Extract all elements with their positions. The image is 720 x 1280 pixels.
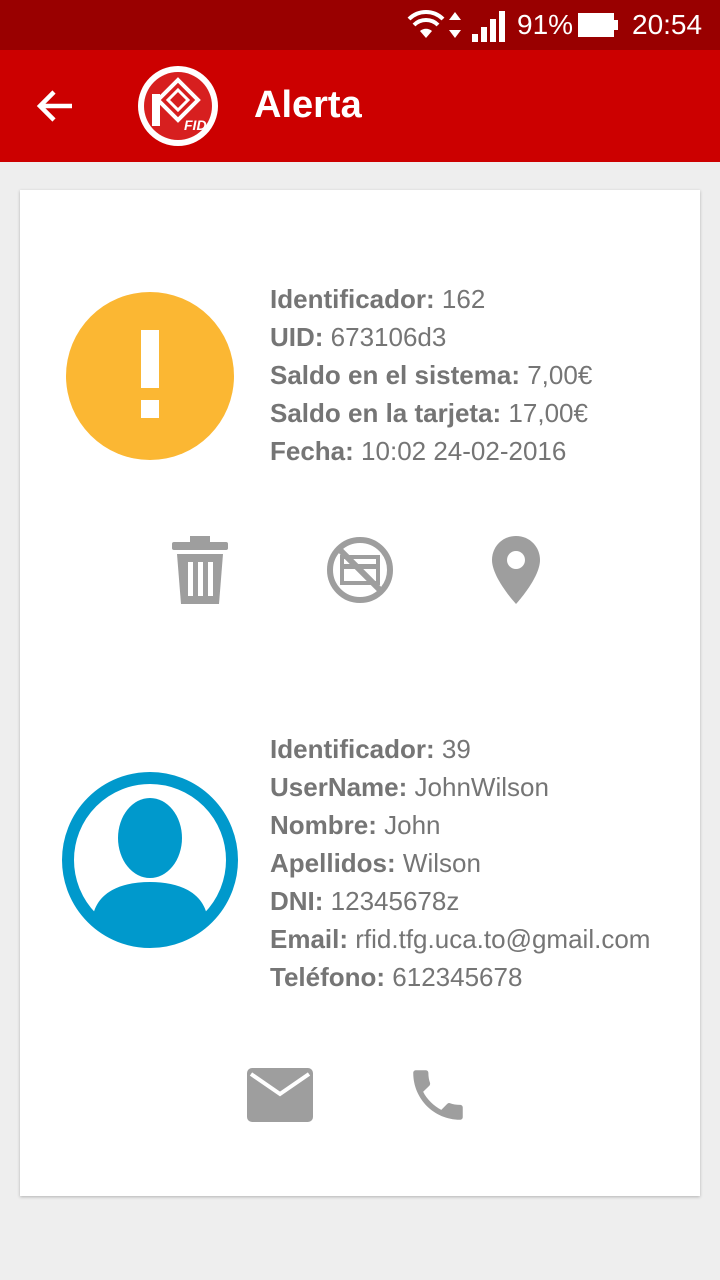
trash-icon[interactable] [170,534,230,606]
wifi-icon [407,9,445,38]
alert-field-fecha: Fecha: 10:02 24-02-2016 [270,436,567,466]
signal-icon [472,11,505,42]
phone-icon[interactable] [405,1062,471,1128]
user-field-nombre: Nombre: John [270,810,441,840]
alert-field-uid: UID: 673106d3 [270,322,447,352]
user-field-identificador: Identificador: 39 [270,734,471,764]
alert-field-saldo-tarjeta: Saldo en la tarjeta: 17,00€ [270,398,588,428]
arrow-left-icon[interactable] [36,88,76,124]
alert-field-saldo-sistema: Saldo en el sistema: 7,00€ [270,360,593,390]
user-avatar-icon [62,772,238,948]
alert-detail-card: Identificador: 162 UID: 673106d3 Saldo e… [20,190,700,1196]
user-field-username: UserName: JohnWilson [270,772,549,802]
exclamation-circle-icon [66,292,234,460]
user-field-apellidos: Apellidos: Wilson [270,848,481,878]
battery-percentage: 91% [517,9,574,40]
page-title: Alerta [254,84,362,126]
user-field-telefono: Teléfono: 612345678 [270,962,523,992]
clock: 20:54 [632,9,703,40]
data-arrows-icon [449,12,461,38]
mail-icon[interactable] [245,1066,315,1124]
status-bar: 91% 20:54 [0,0,720,50]
alert-field-identificador: Identificador: 162 [270,284,486,314]
block-card-icon[interactable] [325,535,395,605]
alert-info: Identificador: 162 UID: 673106d3 Saldo e… [270,280,700,470]
user-info: Identificador: 39 UserName: JohnWilson N… [270,730,700,996]
battery-icon [578,13,618,37]
svg-text:FID: FID [184,117,207,133]
app-bar: FID Alerta [0,50,720,162]
location-pin-icon[interactable] [490,534,542,606]
user-field-dni: DNI: 12345678z [270,886,460,916]
user-field-email: Email: rfid.tfg.uca.to@gmail.com [270,924,651,954]
rfid-logo-icon: FID [138,66,218,146]
